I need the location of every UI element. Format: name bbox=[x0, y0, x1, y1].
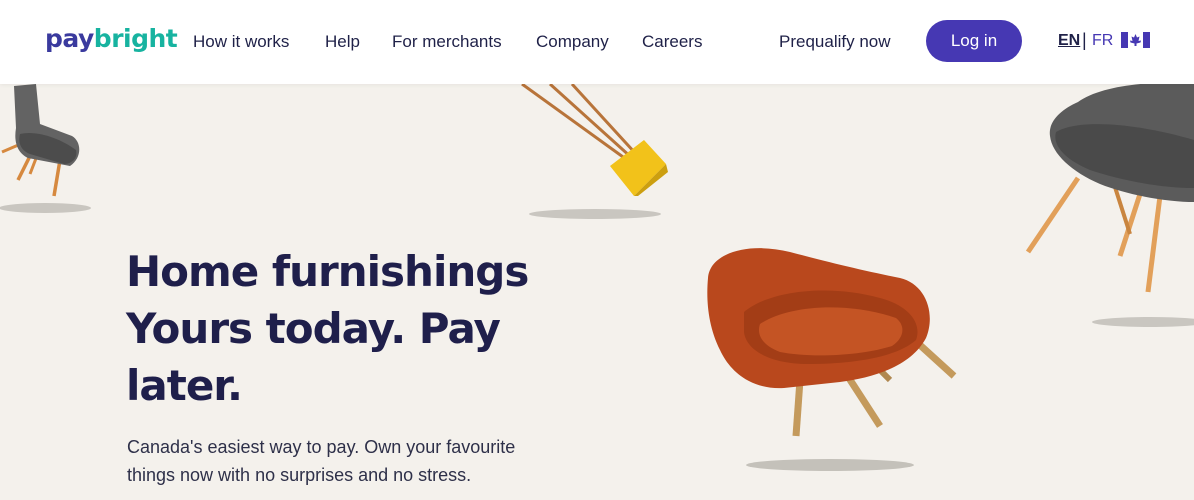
gray-chair-left-image bbox=[0, 84, 91, 213]
orange-chair-image bbox=[707, 248, 957, 471]
site-header: paybright How it works Help For merchant… bbox=[0, 0, 1194, 84]
paybright-logo[interactable]: paybright bbox=[45, 24, 178, 53]
hero-title: Home furnishings Yours today. Pay later. bbox=[126, 247, 529, 410]
nav-company[interactable]: Company bbox=[536, 32, 609, 52]
nav-careers[interactable]: Careers bbox=[642, 32, 702, 52]
prequalify-link[interactable]: Prequalify now bbox=[779, 32, 891, 52]
language-separator: | bbox=[1082, 30, 1087, 50]
hero-subtitle: Canada's easiest way to pay. Own your fa… bbox=[127, 437, 516, 485]
logo-pay-text: pay bbox=[45, 24, 94, 53]
nav-for-merchants[interactable]: For merchants bbox=[392, 32, 502, 52]
nav-help[interactable]: Help bbox=[325, 32, 360, 52]
yellow-lamp-image bbox=[521, 84, 668, 219]
nav-how-it-works[interactable]: How it works bbox=[193, 32, 289, 52]
gray-chair-right-image bbox=[1025, 84, 1194, 327]
login-button[interactable]: Log in bbox=[926, 20, 1022, 62]
language-fr[interactable]: FR bbox=[1092, 32, 1113, 50]
canada-flag-icon bbox=[1121, 32, 1150, 48]
logo-bright-text: bright bbox=[93, 24, 178, 53]
language-en[interactable]: EN bbox=[1058, 32, 1080, 50]
